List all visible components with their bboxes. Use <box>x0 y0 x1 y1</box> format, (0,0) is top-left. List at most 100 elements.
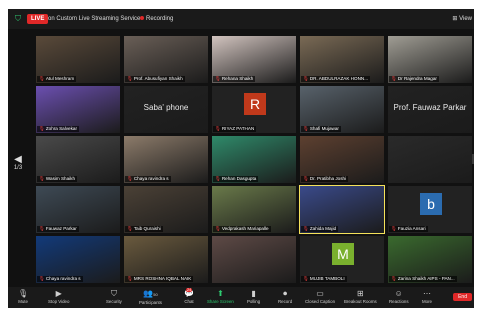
participant-tile[interactable]: R 🎙RIYAZ PATHAN <box>212 86 296 133</box>
participant-tile[interactable]: 🎙Prof. Abusufiyan Shaikh <box>124 36 208 83</box>
participant-tile[interactable]: 🎙Chaya ravindra s <box>36 236 120 283</box>
muted-mic-icon: 🎙 <box>39 76 45 81</box>
participant-name-label: 🎙Taib Quraishi <box>125 226 163 232</box>
reactions-label: Reactions <box>389 299 409 304</box>
participant-name: Shafi Mujawar <box>309 126 339 131</box>
participant-tile[interactable]: Prof. Fauwaz Parkar <box>388 86 472 133</box>
participant-name-label: 🎙Zahida Majid <box>301 226 339 232</box>
share-screen-icon: ⬆ <box>217 289 224 298</box>
participant-tile[interactable]: 🎙Chaya ravindra s <box>124 136 208 183</box>
participant-name: Fauwaz Parkar <box>45 226 77 231</box>
participant-name-label: 🎙Atul Meshram <box>37 76 77 82</box>
participant-name: Rehana Shaikh <box>221 76 254 81</box>
muted-mic-icon: 🎙 <box>39 126 45 131</box>
participant-tile[interactable]: 🎙Dr Rajendra Magar <box>388 36 472 83</box>
participant-name-label: 🎙Vedprakash Mariapalle <box>213 226 271 232</box>
share-screen-label: Share Screen <box>207 299 234 304</box>
participant-tile[interactable]: 🎙Wasim Shaikh <box>36 136 120 183</box>
video-camera-icon: ▶ <box>55 289 62 298</box>
security-label: Security <box>106 299 122 304</box>
chevron-left-icon: ◀ <box>14 154 22 165</box>
participant-tile[interactable]: Saba' phone <box>124 86 208 133</box>
prev-page-button[interactable]: ◀ 1/3 <box>12 154 24 171</box>
participant-name: Dr Rajendra Magar <box>397 76 437 81</box>
stop-video-button[interactable]: ▶ Stop Video <box>48 288 69 304</box>
smiley-icon: ☺ <box>394 289 403 298</box>
participant-name-label: 🎙Dr Rajendra Magar <box>389 76 439 82</box>
page-indicator: 1/3 <box>13 165 23 171</box>
share-screen-button[interactable]: ⬆ Share Screen <box>207 288 234 304</box>
participant-tile[interactable]: M 🎙MUJIB TAMBOLI <box>300 236 384 283</box>
participant-tile[interactable]: 🎙MRS ROSHNA IQBAL NAIK <box>124 236 208 283</box>
participant-name-label: 🎙RIYAZ PATHAN <box>213 126 257 132</box>
muted-mic-icon: 🎙 <box>215 126 221 131</box>
people-icon: 👥50 <box>143 289 158 298</box>
recording-indicator[interactable]: Recording <box>140 13 173 25</box>
participant-video <box>212 236 296 283</box>
zoom-meeting-window: ⛉ LIVE on Custom Live Streaming Service … <box>8 9 474 308</box>
participant-name-label: 🎙Rehan Dasgupta <box>213 176 259 182</box>
participant-tile[interactable]: 🎙Vedprakash Mariapalle <box>212 186 296 233</box>
participant-tile[interactable]: 🎙Fauwaz Parkar <box>36 186 120 233</box>
security-button[interactable]: ⛉ Security <box>106 288 122 304</box>
participant-video <box>388 136 472 183</box>
muted-mic-icon: 🎙 <box>303 76 309 81</box>
polling-button[interactable]: ▮ Polling <box>247 288 260 304</box>
shield-icon[interactable]: ⛉ <box>15 13 21 25</box>
end-meeting-button[interactable]: End <box>453 293 472 301</box>
muted-mic-icon: 🎙 <box>39 226 45 231</box>
participant-name-label: 🎙Chaya ravindra s <box>37 276 83 282</box>
cc-icon: ▭ <box>316 289 324 298</box>
record-button[interactable]: ⏺ Record <box>278 288 292 304</box>
participants-button[interactable]: 👥50 Participants <box>139 288 162 305</box>
participant-tile[interactable]: 🎙Zahida Majid <box>299 185 385 234</box>
participant-tile[interactable]: 🎙Atul Meshram <box>36 36 120 83</box>
live-badge[interactable]: LIVE <box>27 14 49 24</box>
breakout-rooms-label: Breakout Rooms <box>344 299 377 304</box>
participant-tile[interactable]: b 🎙Fauzia Ansari <box>388 186 472 233</box>
participant-name-label: 🎙Dr. Pratibha Joshi <box>301 176 349 182</box>
participant-tile[interactable]: 🎙Shafi Mujawar <box>300 86 384 133</box>
participant-tile[interactable]: 🎙Taib Quraishi <box>124 186 208 233</box>
participant-name: RIYAZ PATHAN <box>221 126 255 131</box>
polling-label: Polling <box>247 299 261 304</box>
participant-name: MUJIB TAMBOLI <box>309 276 345 281</box>
muted-mic-icon: 🎙 <box>391 226 397 231</box>
participant-name-center: Saba' phone <box>143 103 189 112</box>
participant-name: Rehan Dasgupta <box>221 176 257 181</box>
participant-tile[interactable] <box>212 236 296 283</box>
shield-icon: ⛉ <box>110 289 117 298</box>
more-label: More <box>422 299 433 304</box>
participant-name-label: 🎙Fauwaz Parkar <box>37 226 79 232</box>
mute-label: Mute <box>18 299 28 304</box>
muted-mic-icon: 🎙 <box>303 176 309 181</box>
participant-name: Zohra Salvekar <box>45 126 77 131</box>
muted-mic-icon: 🎙 <box>39 176 45 181</box>
participants-count: 50 <box>153 292 158 297</box>
muted-mic-icon: 🎙 <box>215 76 221 81</box>
muted-mic-icon: 🎙 <box>127 276 133 281</box>
muted-mic-icon: 🎙 <box>303 126 309 131</box>
participant-tile[interactable]: 🎙Dr. Pratibha Joshi <box>300 136 384 183</box>
participant-tile[interactable]: 🎙Zohra Salvekar <box>36 86 120 133</box>
participant-name-label: 🎙Rehana Shaikh <box>213 76 256 82</box>
mute-button[interactable]: 🎙 Mute <box>18 288 28 304</box>
participant-tile[interactable]: 🎙Rehana Shaikh <box>212 36 296 83</box>
reactions-button[interactable]: ☺ Reactions <box>389 288 409 304</box>
more-button[interactable]: ⋯ More <box>422 288 432 304</box>
participant-tile[interactable]: 🎙Zarina Shaikh AIPS - PAN... <box>388 236 472 283</box>
participant-name-label: 🎙Shafi Mujawar <box>301 126 341 132</box>
view-button[interactable]: ⊞ View <box>452 13 472 25</box>
participant-tile[interactable]: 🎙DR. ABDULRAZAK HONN... <box>300 36 384 83</box>
more-dots-icon: ⋯ <box>423 289 431 298</box>
participant-tile[interactable] <box>388 136 472 183</box>
closed-caption-button[interactable]: ▭ Closed Caption <box>305 288 335 304</box>
closed-caption-label: Closed Caption <box>305 299 336 304</box>
participant-name: DR. ABDULRAZAK HONN... <box>309 76 369 81</box>
participant-tile[interactable]: 🎙Rehan Dasgupta <box>212 136 296 183</box>
stream-title[interactable]: on Custom Live Streaming Service <box>48 13 140 25</box>
record-icon: ⏺ <box>283 289 288 298</box>
view-label: View <box>459 16 472 22</box>
meeting-toolbar: 🎙 Mute ▶ Stop Video ⛉ Security 👥50 Participa… <box>8 287 474 308</box>
breakout-rooms-button[interactable]: ⊞ Breakout Rooms <box>344 288 377 304</box>
